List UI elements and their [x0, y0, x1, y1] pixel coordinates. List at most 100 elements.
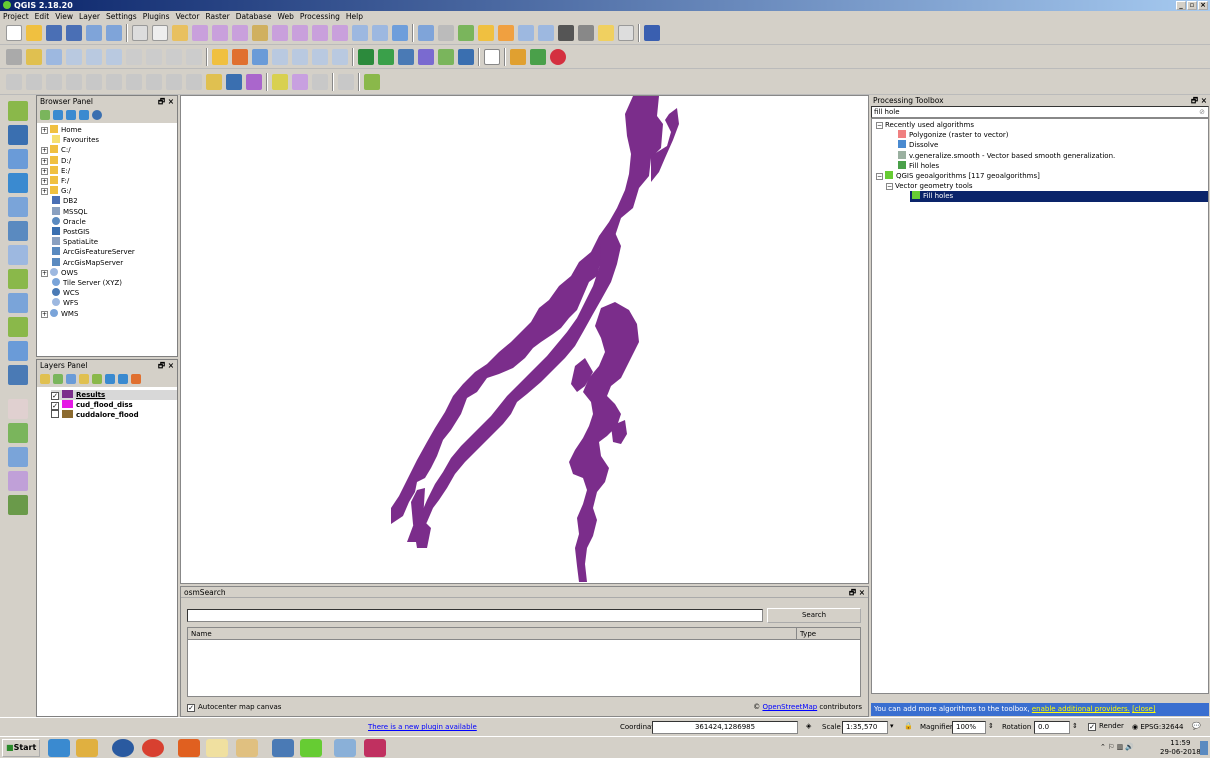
menu-view[interactable]: View — [52, 11, 76, 22]
add-ring-icon[interactable] — [86, 74, 102, 90]
tree-item-oracle[interactable]: Oracle — [41, 216, 177, 227]
panel-float-close-icon[interactable]: 🗗 × — [158, 96, 174, 107]
menu-help[interactable]: Help — [343, 11, 366, 22]
processing-search-input[interactable]: fill hole ⊘ — [871, 106, 1209, 118]
clock[interactable]: 11:59 29-06-2018 — [1160, 739, 1201, 757]
algorithm-fill-holes-recent[interactable]: Fill holes — [876, 160, 1208, 171]
diagram-move-icon[interactable] — [332, 49, 348, 65]
toggle-editing-icon[interactable] — [26, 49, 42, 65]
tree-item-wfs[interactable]: WFS — [41, 298, 177, 308]
reshape-icon[interactable] — [166, 74, 182, 90]
algorithm-polygonize[interactable]: Polygonize (raster to vector) — [876, 130, 1208, 140]
messages-icon[interactable]: 💬 — [1192, 722, 1201, 730]
menu-database[interactable]: Database — [233, 11, 275, 22]
extents-toggle-icon[interactable]: ◈ — [806, 722, 811, 730]
save-layer-edits-icon[interactable] — [46, 49, 62, 65]
add-point-icon[interactable] — [8, 423, 28, 443]
attribute-table-icon[interactable] — [518, 25, 534, 41]
add-wcs-layer-icon[interactable] — [8, 341, 28, 361]
add-postgis-icon[interactable] — [8, 149, 28, 169]
manage-visibility-icon[interactable] — [66, 374, 76, 384]
zoom-last-icon[interactable] — [312, 25, 328, 41]
label-change-icon[interactable] — [312, 49, 328, 65]
start-button[interactable]: ■Start — [2, 739, 40, 757]
notes-icon[interactable] — [206, 739, 228, 757]
osm-results-table[interactable]: Name Type — [187, 627, 861, 697]
tree-item-d-drive[interactable]: + D:/ — [41, 155, 177, 166]
save-as-icon[interactable] — [66, 25, 82, 41]
render-toggle[interactable]: ✓ Render — [1088, 722, 1124, 731]
com-mit-icon[interactable] — [236, 739, 258, 757]
tree-item-arcgis-map-server[interactable]: ArcGisMapServer — [41, 257, 177, 268]
rotation-field[interactable]: 0.0 — [1034, 721, 1070, 734]
cut-features-icon[interactable] — [146, 49, 162, 65]
python-console-icon[interactable] — [510, 49, 526, 65]
csw-icon[interactable] — [484, 49, 500, 65]
statistics-icon[interactable] — [538, 25, 554, 41]
trace-icon[interactable] — [338, 74, 354, 90]
add-selected-layer-icon[interactable] — [40, 110, 50, 120]
collapse-all-layers-icon[interactable] — [118, 374, 128, 384]
pan-icon[interactable] — [152, 25, 168, 41]
add-delimited-icon[interactable] — [358, 49, 374, 65]
layer-checkbox[interactable]: ✓ — [51, 402, 59, 411]
algorithm-dissolve[interactable]: Dissolve — [876, 140, 1208, 150]
ie-icon[interactable] — [48, 739, 70, 757]
interpolation-icon[interactable] — [8, 495, 28, 515]
crs-status[interactable]: ◉ EPSG:32644 — [1132, 723, 1183, 731]
maximize-button[interactable]: ▫ — [1187, 1, 1197, 10]
add-feature-icon[interactable] — [66, 49, 82, 65]
tree-item-spatialite[interactable]: SpatiaLite — [41, 237, 177, 247]
enable-providers-link[interactable]: enable additional providers. — [1032, 705, 1130, 713]
delete-selected-icon[interactable] — [126, 49, 142, 65]
split-features-icon[interactable] — [206, 74, 222, 90]
style-manager-icon[interactable] — [40, 374, 50, 384]
node-tool-icon[interactable] — [106, 49, 122, 65]
tree-item-tile-server[interactable]: Tile Server (XYZ) — [41, 278, 177, 288]
system-tray-icons[interactable]: ⌃ ⚐ ▥ 🔊 — [1100, 743, 1134, 751]
expand-all-icon[interactable] — [105, 374, 115, 384]
panel-float-close-icon[interactable]: 🗗 × — [158, 360, 174, 371]
label-pin-icon[interactable] — [232, 49, 248, 65]
layer-checkbox[interactable] — [51, 410, 59, 419]
new-bookmark-icon[interactable] — [372, 25, 388, 41]
tree-item-f-drive[interactable]: + F:/ — [41, 176, 177, 186]
add-wms-layer-icon[interactable] — [8, 293, 28, 313]
sum-icon[interactable] — [558, 25, 574, 41]
new-print-composer-icon[interactable] — [86, 25, 102, 41]
menu-web[interactable]: Web — [274, 11, 296, 22]
menu-settings[interactable]: Settings — [103, 11, 140, 22]
osm-search-input[interactable] — [187, 609, 763, 622]
add-raster-layer-icon[interactable] — [8, 125, 28, 145]
undo-icon[interactable] — [6, 74, 22, 90]
word-icon[interactable] — [272, 739, 294, 757]
collapse-all-icon[interactable] — [79, 110, 89, 120]
add-oracle-icon[interactable] — [8, 221, 28, 241]
menu-processing[interactable]: Processing — [297, 11, 343, 22]
open-field-calculator-icon[interactable] — [498, 25, 514, 41]
pan-to-selection-icon[interactable] — [172, 25, 188, 41]
add-wfs-icon[interactable] — [438, 49, 454, 65]
zoom-in-icon[interactable] — [192, 25, 208, 41]
mail-icon[interactable] — [178, 739, 200, 757]
filter-expression-icon[interactable] — [92, 374, 102, 384]
tree-group-recent[interactable]: − Recently used algorithms — [876, 120, 1208, 130]
delete-ring-icon[interactable] — [146, 74, 162, 90]
close-button[interactable]: × — [1198, 1, 1208, 10]
show-desktop-icon[interactable] — [1200, 741, 1208, 755]
tree-item-postgis[interactable]: PostGIS — [41, 227, 177, 237]
merge-attributes-icon[interactable] — [246, 74, 262, 90]
add-wfs-layer-icon[interactable] — [8, 365, 28, 385]
label-tool-icon[interactable] — [212, 49, 228, 65]
rotation-spin-icon[interactable]: ⇕ — [1072, 722, 1078, 730]
avoid-intersections-icon[interactable] — [312, 74, 328, 90]
georeferencer-icon[interactable] — [8, 447, 28, 467]
menu-plugins[interactable]: Plugins — [140, 11, 173, 22]
clear-search-icon[interactable]: ⊘ — [1199, 107, 1205, 117]
topological-edit-icon[interactable] — [292, 74, 308, 90]
offset-curve-icon[interactable] — [186, 74, 202, 90]
zoom-next-icon[interactable] — [332, 25, 348, 41]
tree-item-ows[interactable]: + OWS — [41, 267, 177, 278]
text-annotation-icon[interactable] — [618, 25, 634, 41]
graphical-modeler-icon[interactable] — [550, 49, 566, 65]
